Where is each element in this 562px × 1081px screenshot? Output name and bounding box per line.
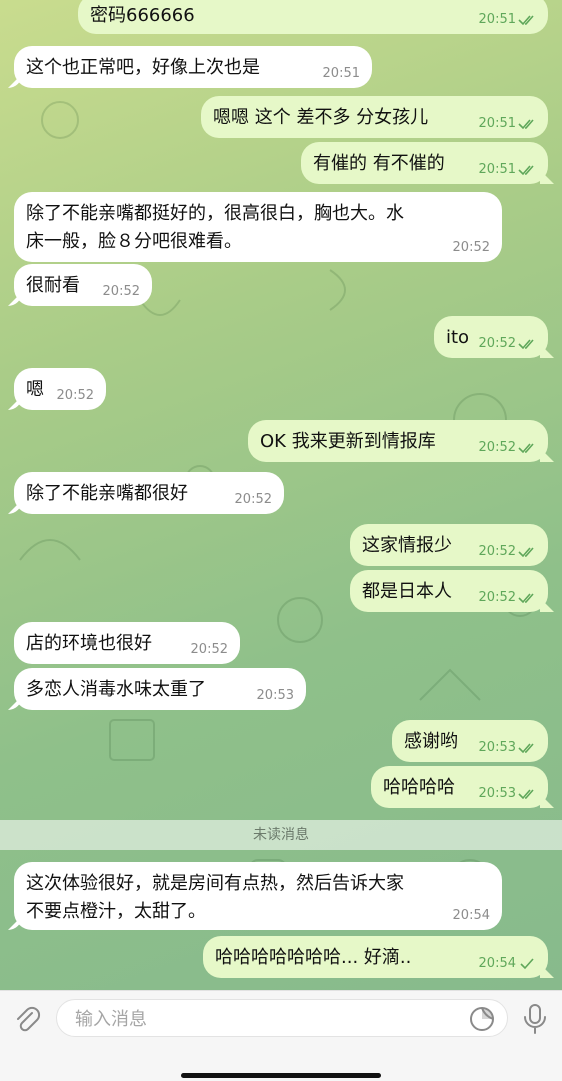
message-incoming[interactable]: 很耐看 20:52 xyxy=(14,264,152,306)
message-text-line: 床一般，脸８分吧很难看。 xyxy=(26,231,242,252)
message-text: 密码666666 xyxy=(90,5,195,26)
message-time: 20:54 xyxy=(478,956,516,971)
message-time: 20:52 xyxy=(190,642,228,657)
message-text: 哈哈哈哈 xyxy=(383,777,455,798)
message-outgoing[interactable]: 有催的 有不催的 20:51 xyxy=(301,142,548,184)
message-outgoing[interactable]: 哈哈哈哈 20:53 xyxy=(371,766,548,808)
message-text: 嗯嗯 这个 差不多 分女孩儿 xyxy=(213,107,429,128)
message-text: 除了不能亲嘴都很好 xyxy=(26,483,188,504)
message-meta: 20:52 xyxy=(191,642,228,658)
message-meta: 20:52 xyxy=(479,590,536,606)
message-time: 20:52 xyxy=(102,284,140,299)
message-incoming[interactable]: 嗯 20:52 xyxy=(14,368,106,410)
double-check-icon xyxy=(518,15,534,26)
message-outgoing[interactable]: ito 20:52 xyxy=(434,316,548,358)
message-meta: 20:54 xyxy=(453,908,490,924)
message-text: 店的环境也很好 xyxy=(26,633,152,654)
message-time: 20:51 xyxy=(478,116,516,131)
double-check-icon xyxy=(518,593,534,604)
message-meta: 20:51 xyxy=(479,116,536,132)
message-text-line: 不要点橙汁，太甜了。 xyxy=(26,901,206,922)
message-meta: 20:51 xyxy=(323,66,360,82)
message-text: 感谢哟 xyxy=(404,731,458,752)
message-outgoing[interactable]: 感谢哟 20:53 xyxy=(392,720,548,762)
message-incoming[interactable]: 多恋人消毒水味太重了 20:53 xyxy=(14,668,306,710)
message-outgoing[interactable]: OK 我来更新到情报库 20:52 xyxy=(248,420,548,462)
message-text: 这家情报少 xyxy=(362,535,452,556)
message-text: 都是日本人 xyxy=(362,581,452,602)
message-outgoing[interactable]: 都是日本人 20:52 xyxy=(350,570,548,612)
message-meta: 20:53 xyxy=(257,688,294,704)
message-time: 20:52 xyxy=(452,240,490,255)
message-time: 20:51 xyxy=(322,66,360,81)
double-check-icon xyxy=(518,443,534,454)
message-input[interactable] xyxy=(73,1006,457,1032)
message-meta: 20:52 xyxy=(479,544,536,560)
message-meta: 20:52 xyxy=(479,336,536,352)
microphone-icon[interactable] xyxy=(520,1003,550,1035)
message-incoming[interactable]: 除了不能亲嘴都挺好的，很高很白，胸也大。水 床一般，脸８分吧很难看。 20:52 xyxy=(14,192,502,262)
message-time: 20:51 xyxy=(478,162,516,177)
message-meta: 20:52 xyxy=(103,284,140,300)
message-text: OK 我来更新到情报库 xyxy=(260,431,436,452)
double-check-icon xyxy=(518,339,534,350)
message-incoming[interactable]: 这次体验很好，就是房间有点热，然后告诉大家 不要点橙汁，太甜了。 20:54 xyxy=(14,862,502,930)
message-meta: 20:54 xyxy=(479,956,536,972)
message-text-line: 除了不能亲嘴都挺好的，很高很白，胸也大。水 xyxy=(26,203,404,224)
message-incoming[interactable]: 这个也正常吧，好像上次也是 20:51 xyxy=(14,46,372,88)
sticker-icon[interactable] xyxy=(469,1006,495,1032)
single-check-icon xyxy=(520,958,534,970)
message-time: 20:52 xyxy=(56,388,94,403)
message-input-bar xyxy=(0,990,562,1081)
message-text: ito xyxy=(446,327,470,348)
message-meta: 20:53 xyxy=(479,786,536,802)
message-outgoing[interactable]: 这家情报少 20:52 xyxy=(350,524,548,566)
message-time: 20:51 xyxy=(478,12,516,27)
message-text-line: 这次体验很好，就是房间有点热，然后告诉大家 xyxy=(26,873,404,894)
message-text: 嗯 xyxy=(26,379,44,400)
message-outgoing[interactable]: 哈哈哈哈哈哈哈... 好滴.. 20:54 xyxy=(203,936,548,978)
message-time: 20:52 xyxy=(478,544,516,559)
message-time: 20:52 xyxy=(478,590,516,605)
message-time: 20:53 xyxy=(478,786,516,801)
message-meta: 20:52 xyxy=(453,240,490,256)
message-meta: 20:52 xyxy=(235,492,272,508)
paperclip-icon[interactable] xyxy=(12,1005,42,1035)
message-outgoing[interactable]: 嗯嗯 这个 差不多 分女孩儿 20:51 xyxy=(201,96,548,138)
message-text: 有催的 有不催的 xyxy=(313,153,445,174)
message-time: 20:53 xyxy=(478,740,516,755)
double-check-icon xyxy=(518,165,534,176)
message-meta: 20:51 xyxy=(479,12,536,28)
message-text: 多恋人消毒水味太重了 xyxy=(26,679,206,700)
double-check-icon xyxy=(518,743,534,754)
message-time: 20:54 xyxy=(452,908,490,923)
double-check-icon xyxy=(518,547,534,558)
message-time: 20:52 xyxy=(478,440,516,455)
double-check-icon xyxy=(518,789,534,800)
message-time: 20:52 xyxy=(234,492,272,507)
message-meta: 20:51 xyxy=(479,162,536,178)
message-incoming[interactable]: 除了不能亲嘴都很好 20:52 xyxy=(14,472,284,514)
home-indicator xyxy=(181,1073,381,1078)
message-input-field[interactable] xyxy=(56,999,508,1037)
message-incoming[interactable]: 店的环境也很好 20:52 xyxy=(14,622,240,664)
message-text: 哈哈哈哈哈哈哈... 好滴.. xyxy=(215,947,412,968)
message-meta: 20:52 xyxy=(57,388,94,404)
double-check-icon xyxy=(518,119,534,130)
message-list[interactable]: 密码666666 20:51 这个也正常吧，好像上次也是 20:51 嗯嗯 这个… xyxy=(0,0,562,990)
message-text: 很耐看 xyxy=(26,275,80,296)
message-meta: 20:53 xyxy=(479,740,536,756)
message-time: 20:52 xyxy=(478,336,516,351)
message-outgoing[interactable]: 密码666666 20:51 xyxy=(78,0,548,34)
unread-messages-divider: 未读消息 xyxy=(0,820,562,850)
message-text: 这个也正常吧，好像上次也是 xyxy=(26,57,260,78)
message-meta: 20:52 xyxy=(479,440,536,456)
message-time: 20:53 xyxy=(256,688,294,703)
